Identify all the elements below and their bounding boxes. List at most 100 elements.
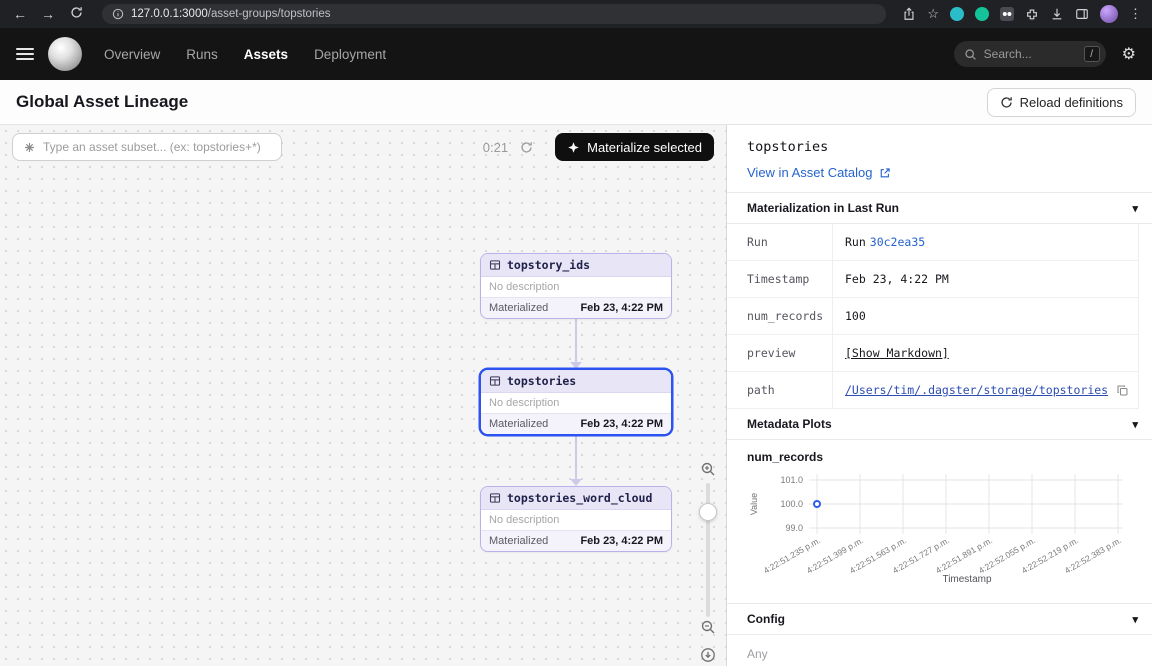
url-path: /asset-groups/topstories [208, 8, 331, 20]
storage-path-link[interactable]: /Users/tim/.dagster/storage/topstories [845, 383, 1108, 397]
section-metadata-plots[interactable]: Metadata Plots ▾ [727, 409, 1152, 440]
profile-avatar[interactable] [1100, 5, 1118, 23]
extensions-puzzle-icon[interactable] [1025, 7, 1039, 21]
asset-node-status: Materialized [489, 302, 548, 314]
chevron-down-icon: ▾ [1132, 418, 1138, 431]
asset-node-name: topstories [507, 374, 576, 388]
edge-arrowhead [570, 362, 582, 369]
metadata-key: num_records [727, 298, 833, 334]
main-nav: Overview Runs Assets Deployment [104, 47, 386, 62]
table-row-timestamp: Timestamp Feb 23, 4:22 PM [727, 261, 1138, 298]
table-icon [489, 375, 501, 387]
bookmark-star-icon[interactable]: ☆ [927, 6, 939, 22]
metadata-value: 100 [833, 298, 1138, 334]
graph-query-icon [23, 141, 36, 154]
x-axis-label: Timestamp [942, 574, 992, 585]
nav-item-assets[interactable]: Assets [244, 47, 288, 62]
extension-icon-teal[interactable] [950, 7, 964, 21]
sidebar-panel-icon[interactable] [1075, 7, 1089, 21]
global-search[interactable]: / [954, 41, 1106, 67]
asset-node-topstories-word-cloud[interactable]: topstories_word_cloud No description Mat… [480, 486, 672, 552]
show-markdown-link[interactable]: [Show Markdown] [845, 346, 949, 360]
settings-gear-icon[interactable]: ⚙ [1122, 44, 1136, 64]
extension-icon-glasses[interactable] [1000, 7, 1014, 21]
materialize-selected-label: Materialize selected [587, 140, 702, 155]
chevron-down-icon: ▾ [1132, 613, 1138, 626]
download-icon[interactable] [1050, 7, 1064, 21]
asset-node-description: No description [481, 510, 671, 530]
info-icon[interactable] [112, 8, 124, 20]
asset-title: topstories [747, 139, 1132, 155]
run-id-link[interactable]: 30c2ea35 [870, 235, 925, 249]
asset-node-topstory-ids[interactable]: topstory_ids No description Materialized… [480, 253, 672, 319]
materialize-selected-button[interactable]: Materialize selected [555, 133, 714, 161]
table-icon [489, 259, 501, 271]
asset-subset-input[interactable] [43, 140, 271, 154]
table-row-preview: preview [Show Markdown] [727, 335, 1138, 372]
back-icon[interactable]: ← [10, 6, 30, 22]
metadata-key: Timestamp [727, 261, 833, 297]
share-icon[interactable] [902, 7, 916, 21]
page-title: Global Asset Lineage [16, 92, 188, 112]
view-in-asset-catalog-link[interactable]: View in Asset Catalog [747, 165, 891, 180]
section-heading: Config [747, 612, 785, 626]
config-value: Any [727, 635, 1152, 666]
recenter-view-icon[interactable] [700, 647, 716, 663]
hamburger-menu-icon[interactable] [16, 48, 34, 60]
section-config[interactable]: Config ▾ [727, 603, 1152, 635]
metadata-key: preview [727, 335, 833, 371]
browser-menu-icon[interactable]: ⋮ [1129, 6, 1142, 22]
asset-node-topstories[interactable]: topstories No description Materialized F… [480, 369, 672, 435]
reload-definitions-button[interactable]: Reload definitions [987, 88, 1136, 117]
data-point [814, 501, 820, 507]
dagster-logo[interactable] [48, 37, 82, 71]
asset-node-description: No description [481, 277, 671, 297]
table-row-num-records: num_records 100 [727, 298, 1138, 335]
nav-item-runs[interactable]: Runs [186, 47, 218, 62]
y-tick-99: 99.0 [785, 523, 803, 533]
y-tick-101: 101.0 [780, 475, 803, 485]
asset-node-timestamp: Feb 23, 4:22 PM [580, 418, 663, 430]
chevron-down-icon: ▾ [1132, 202, 1138, 215]
view-in-asset-catalog-label: View in Asset Catalog [747, 165, 873, 180]
search-shortcut-key: / [1084, 46, 1100, 62]
y-axis-label: Value [749, 493, 759, 515]
forward-icon[interactable]: → [38, 6, 58, 22]
metadata-value: Feb 23, 4:22 PM [833, 261, 1138, 297]
zoom-out-icon[interactable] [700, 619, 716, 635]
url-host: 127.0.0.1:3000 [131, 8, 208, 20]
y-tick-100: 100.0 [780, 499, 803, 509]
metadata-key: path [727, 372, 833, 408]
table-row-path: path /Users/tim/.dagster/storage/topstor… [727, 372, 1138, 409]
copy-icon[interactable] [1116, 384, 1129, 397]
timer-refresh-icon[interactable] [520, 141, 533, 154]
search-icon [964, 48, 977, 61]
refresh-icon [1000, 96, 1013, 109]
asset-details-panel: topstories View in Asset Catalog Materia… [727, 125, 1152, 666]
address-bar[interactable]: 127.0.0.1:3000/asset-groups/topstories [102, 4, 886, 24]
search-input[interactable] [984, 47, 1077, 61]
asset-node-description: No description [481, 393, 671, 413]
zoom-in-icon[interactable] [700, 461, 716, 477]
refresh-timer: 0:21 [483, 140, 508, 155]
asset-node-timestamp: Feb 23, 4:22 PM [580, 302, 663, 314]
edge-topstory-ids-to-topstories [575, 315, 577, 362]
nav-item-overview[interactable]: Overview [104, 47, 160, 62]
asset-subset-filter[interactable] [12, 133, 282, 161]
asset-graph-canvas[interactable]: 0:21 Materialize selected topstory_ids [0, 125, 727, 666]
edge-arrowhead [570, 479, 582, 486]
table-icon [489, 492, 501, 504]
run-prefix: Run [845, 235, 866, 249]
extension-icon-grammarly[interactable] [975, 7, 989, 21]
reload-definitions-label: Reload definitions [1020, 95, 1123, 110]
asset-node-status: Materialized [489, 535, 548, 547]
browser-chrome: ← → 127.0.0.1:3000/asset-groups/topstori… [0, 0, 1152, 28]
reload-icon[interactable] [66, 6, 86, 22]
nav-item-deployment[interactable]: Deployment [314, 47, 386, 62]
page-header: Global Asset Lineage Reload definitions [0, 80, 1152, 125]
zoom-slider-handle[interactable] [699, 503, 717, 521]
asset-node-name: topstories_word_cloud [507, 491, 652, 505]
section-materialization-last-run[interactable]: Materialization in Last Run ▾ [727, 192, 1152, 224]
section-heading: Metadata Plots [747, 417, 832, 431]
metadata-table: Run Run 30c2ea35 Timestamp Feb 23, 4:22 … [727, 224, 1139, 409]
